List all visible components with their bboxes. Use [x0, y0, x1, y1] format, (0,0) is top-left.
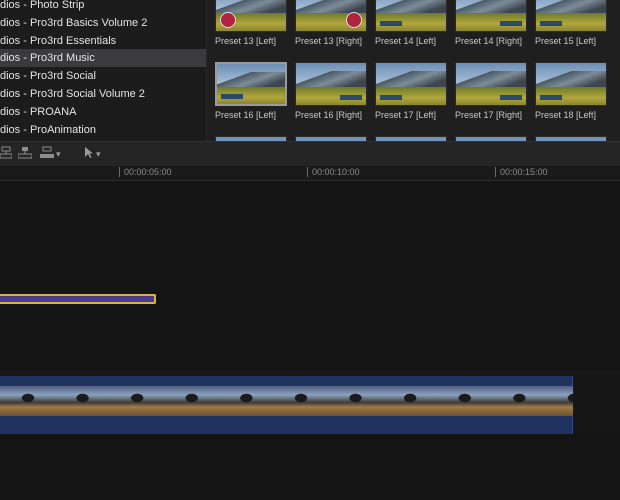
preset-thumbnail — [455, 62, 527, 106]
category-item[interactable]: dios - PROANA — [0, 103, 206, 121]
timeline-toolbar: ▾ ▾ — [0, 141, 620, 167]
category-item[interactable]: dios - Pro3rd Social — [0, 67, 206, 85]
preset-thumbnail — [215, 0, 287, 32]
preset-thumbnail — [375, 0, 447, 32]
connect-clip-icon[interactable] — [0, 146, 13, 162]
category-item-selected[interactable]: dios - Pro3rd Music — [0, 49, 206, 67]
ruler-timecode: 00:00:05:00 — [119, 167, 172, 177]
preset-label: Preset 13 [Right] — [295, 36, 363, 46]
preset-label: Preset 17 [Left] — [375, 110, 437, 120]
preset-thumbnail — [375, 62, 447, 106]
preset-label: Preset 17 [Right] — [455, 110, 523, 120]
video-filmstrip — [0, 386, 573, 416]
preset-label: Preset 16 [Left] — [215, 110, 277, 120]
preset-grid: Preset 13 [Left] Preset 13 [Right] Prese… — [207, 0, 620, 141]
preset-label: Preset 13 [Left] — [215, 36, 277, 46]
video-clip[interactable] — [0, 376, 573, 434]
preset-thumbnail — [535, 62, 607, 106]
ruler-timecode: 00:00:15:00 — [495, 167, 548, 177]
preset-label: Preset 18 [Left] — [535, 110, 597, 120]
category-item[interactable]: dios - Pro3rd Essentials — [0, 32, 206, 50]
overwrite-clip-icon[interactable] — [40, 146, 54, 162]
preset-label: Preset 16 [Right] — [295, 110, 363, 120]
browser-panel: dios - Photo Strip dios - Pro3rd Basics … — [0, 0, 620, 141]
select-tool-icon[interactable] — [84, 146, 94, 162]
preset-thumbnail — [535, 0, 607, 32]
insert-clip-icon[interactable] — [17, 146, 33, 162]
chevron-down-icon[interactable]: ▾ — [96, 146, 101, 162]
preset-label: Preset 14 [Right] — [455, 36, 523, 46]
preset-thumbnail — [295, 62, 367, 106]
category-item[interactable]: dios - Photo Strip — [0, 0, 206, 14]
chevron-down-icon[interactable]: ▾ — [56, 146, 61, 162]
category-item[interactable]: dios - ProAnimation — [0, 121, 206, 139]
category-item[interactable]: dios - Pro3rd Basics Volume 2 — [0, 14, 206, 32]
preset-thumbnail — [215, 62, 287, 106]
preset-label: Preset 15 [Left] — [535, 36, 597, 46]
timeline-area[interactable] — [0, 181, 620, 500]
preset-label: Preset 14 [Left] — [375, 36, 437, 46]
preset-thumbnail — [455, 0, 527, 32]
timeline-ruler[interactable]: 00:00:05:00 00:00:10:00 00:00:15:00 — [0, 166, 620, 181]
preset-thumbnail — [295, 0, 367, 32]
title-clip[interactable] — [0, 294, 156, 304]
category-item[interactable]: dios - Pro3rd Social Volume 2 — [0, 85, 206, 103]
category-list: dios - Photo Strip dios - Pro3rd Basics … — [0, 0, 207, 141]
ruler-timecode: 00:00:10:00 — [307, 167, 360, 177]
